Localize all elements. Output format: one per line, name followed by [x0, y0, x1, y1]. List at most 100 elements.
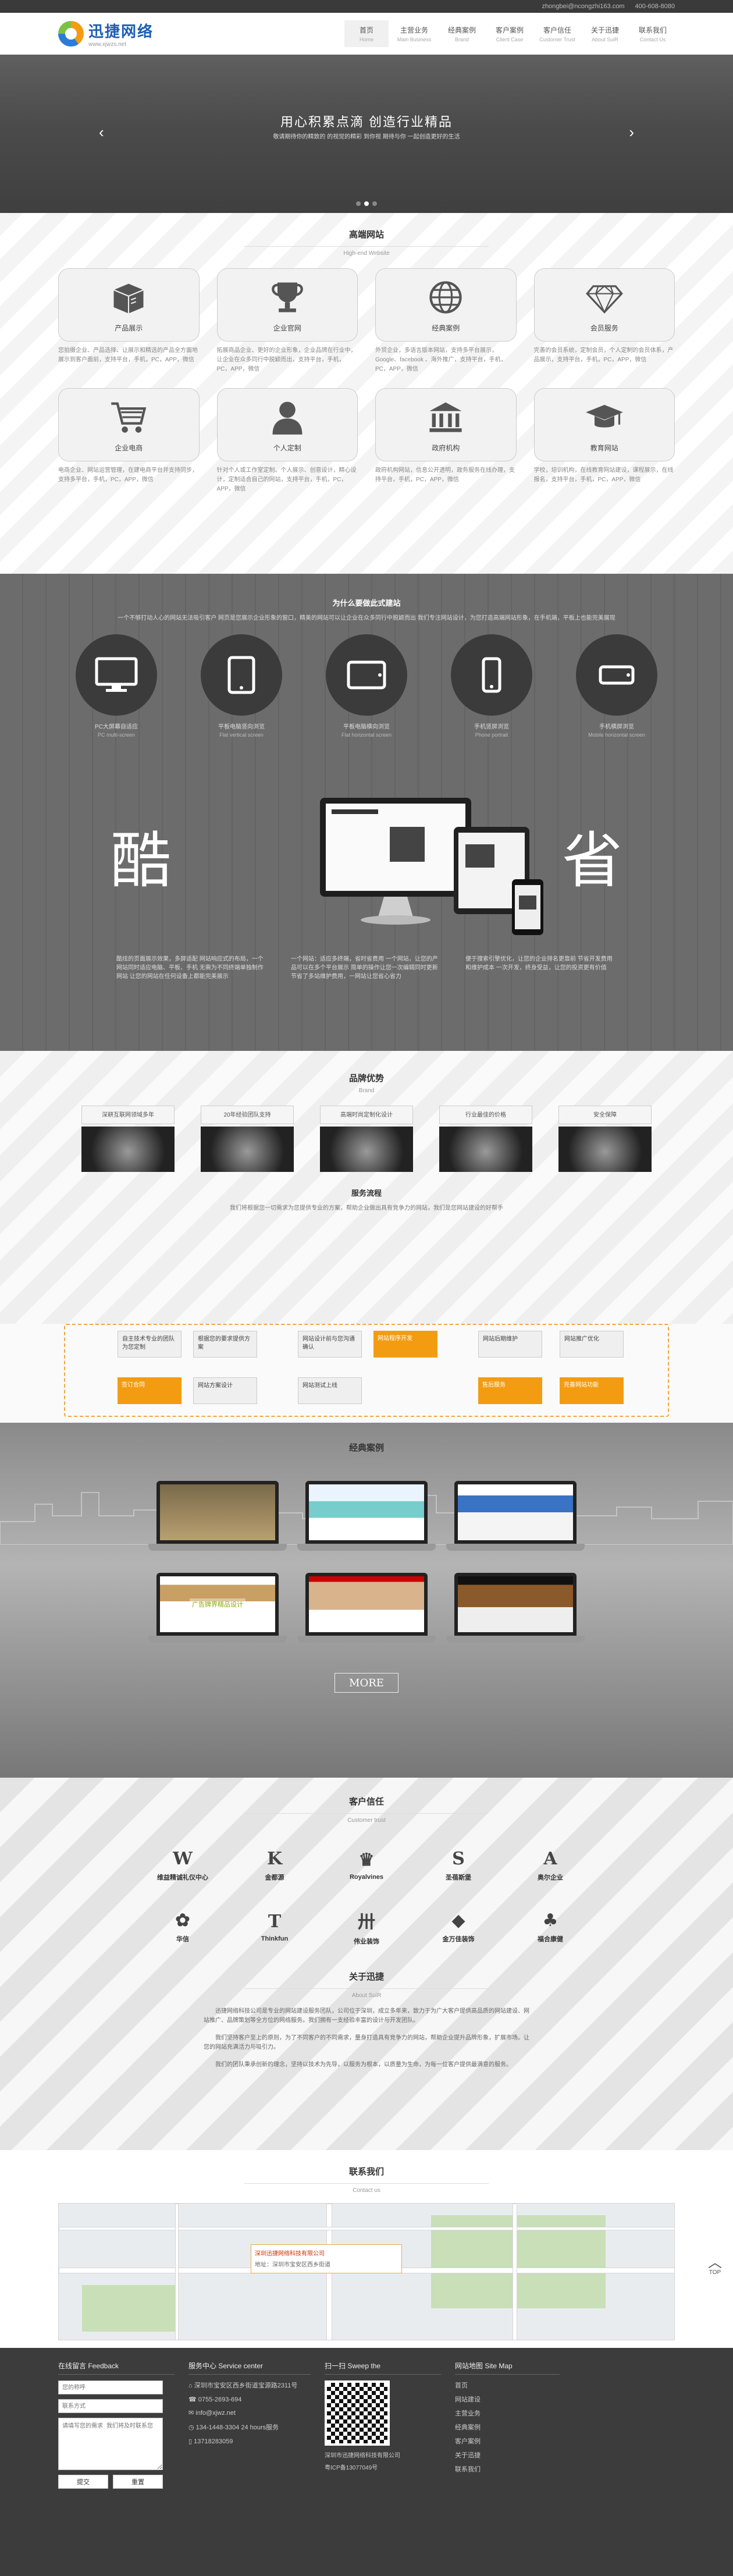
service-item[interactable]: 企业电商 电商企业、网站运营管理，在建电商平台并支持同步，支持多平台，手机，PC…: [58, 388, 200, 494]
service-item[interactable]: 教育网站 学校，培训机构，在线教育网站建设，课程展示，在线报名，支持平台，手机，…: [533, 388, 675, 494]
nav-item-business[interactable]: 主营业务 Main Business: [392, 20, 436, 47]
sitemap-link[interactable]: 首页: [455, 2380, 560, 2390]
topbar-email[interactable]: zhongbei@ncongzhi163.com: [542, 3, 624, 10]
service-card[interactable]: 经典案例: [375, 268, 517, 342]
sitemap-link[interactable]: 网站建设: [455, 2394, 560, 2404]
sitemap-link[interactable]: 关于迅捷: [455, 2450, 560, 2460]
process-flow: 自主技术专业的团队为您定制 根据您的要求提供方案 签订合同 网站方案设计 网站设…: [64, 1324, 669, 1417]
tablet-h-icon: [347, 660, 386, 690]
process-step: 签订合同: [118, 1377, 182, 1404]
location-map[interactable]: 深圳迅捷网络科技有限公司 地址：深圳市宝安区西乡街道: [58, 2203, 675, 2340]
banner-subtitle: 敬请期待你的精致的 的视觉的精彩 到你视 期待与你 一起创造更好的生活: [273, 134, 460, 140]
brand-item[interactable]: 高端时尚定制化设计: [320, 1106, 413, 1172]
nav-item-about[interactable]: 关于迅捷 About SuiR: [583, 20, 627, 47]
client-logo[interactable]: ♣ 福合康健: [513, 1900, 588, 1953]
case-item[interactable]: [446, 1481, 585, 1551]
case-item[interactable]: [446, 1573, 585, 1643]
client-logo[interactable]: K 金都源: [237, 1839, 312, 1891]
brand-item[interactable]: 安全保障: [558, 1106, 652, 1172]
service-card[interactable]: 会员服务: [533, 268, 675, 342]
client-logo-icon: ♣: [542, 1910, 558, 1931]
email-value[interactable]: info@xjwz.net: [195, 2410, 236, 2417]
case-item[interactable]: [148, 1481, 287, 1551]
nav-item-contact[interactable]: 联系我们 Contact Us: [631, 20, 675, 47]
message-textarea[interactable]: [58, 2418, 163, 2470]
client-logo-icon: T: [268, 1911, 282, 1932]
more-button[interactable]: MORE: [335, 1673, 398, 1693]
mobile-icon: ▯: [188, 2438, 194, 2445]
client-logo[interactable]: ♛ Royalvines: [329, 1839, 404, 1891]
service-card[interactable]: 产品展示: [58, 268, 200, 342]
service-desc: 针对个人或工作室定制、个人展示、创意设计，精心设计，定制适合自己的网站，支持平台…: [216, 467, 357, 492]
service-item[interactable]: 政府机构 政府机构网站，信息公开透明，政务服务在线办理，支持平台，手机，PC，A…: [375, 388, 517, 494]
service-desc: 学校，培训机构，在线教育网站建设，课程展示，在线报名，支持平台，手机，PC，AP…: [533, 467, 674, 483]
banner-dot[interactable]: [372, 201, 377, 206]
client-logo[interactable]: 卅伟业装饰: [329, 1900, 404, 1953]
client-logo-icon: 卅: [358, 1912, 375, 1932]
contact-input[interactable]: [58, 2399, 163, 2413]
banner-dots: [58, 201, 675, 206]
back-to-top-button[interactable]: ︿ TOP: [704, 2256, 726, 2283]
brand-advantage-row: 深耕互联网领域多年 20年经验团队支持 高端时尚定制化设计 行业最佳的价格 安全…: [58, 1106, 675, 1172]
case-item[interactable]: 广告牌界精品设计: [148, 1573, 287, 1643]
nav-item-home[interactable]: 首页 Home: [344, 20, 389, 47]
client-logo[interactable]: S 圣蓓斯堡: [421, 1839, 496, 1891]
case-grid: 广告牌界精品设计: [58, 1481, 675, 1643]
client-logo[interactable]: T Thinkfun: [237, 1900, 312, 1953]
client-logo[interactable]: A 奥尔企业: [513, 1839, 588, 1891]
nav-label-en: Home: [359, 37, 373, 42]
banner-dot[interactable]: [356, 201, 361, 206]
sitemap-link[interactable]: 客户案例: [455, 2436, 560, 2446]
service-item[interactable]: 会员服务 完善的会员系统，定制会员，个人定制的会员体系，产品展示，支持平台，手机…: [533, 268, 675, 374]
nav-item-trust[interactable]: 客户信任 Customer Trust: [535, 20, 579, 47]
address-text: ⌂ 深圳市宝安区西乡街道宝源路2311号: [188, 2380, 311, 2390]
client-logo[interactable]: W 维益精诚礼仪中心: [145, 1839, 220, 1891]
device-label-en: Flat horizontal screen: [341, 732, 392, 738]
process-intro: 我们将根据您一切需求为您提供专业的方案，帮助企业做出具有竞争力的网站，我们是您网…: [230, 1205, 503, 1211]
banner-dot-active[interactable]: [364, 201, 369, 206]
case-item[interactable]: [297, 1573, 436, 1643]
sitemap-link[interactable]: 主营业务: [455, 2408, 560, 2418]
device-label: 手机竖屏浏览: [474, 724, 509, 730]
brand-item[interactable]: 行业最佳的价格: [439, 1106, 532, 1172]
device-label: 平板电脑竖向浏览: [218, 724, 265, 730]
service-card[interactable]: 企业电商: [58, 388, 200, 461]
section-subtitle: Classic Case: [349, 1457, 384, 1463]
client-logo[interactable]: ✿ 华信: [145, 1900, 220, 1953]
service-card[interactable]: 教育网站: [533, 388, 675, 461]
case-item[interactable]: [297, 1481, 436, 1551]
section-subtitle: Contact us: [353, 2187, 380, 2194]
device-item: 手机竖屏浏览 Phone portrait: [442, 634, 541, 738]
nav-item-brand[interactable]: 经典案例 Brand: [440, 20, 484, 47]
site-logo[interactable]: 迅捷网络 www.xjwzs.net: [58, 20, 154, 48]
diamond-icon: [585, 285, 623, 314]
divider: [244, 2183, 489, 2184]
name-input[interactable]: [58, 2380, 163, 2394]
client-logo[interactable]: ◆ 金万佳装饰: [421, 1900, 496, 1953]
reset-button[interactable]: 重置: [113, 2475, 163, 2489]
service-card[interactable]: 企业官网: [216, 268, 358, 342]
brand-item[interactable]: 20年经验团队支持: [201, 1106, 294, 1172]
nav-item-client-case[interactable]: 客户案例 Client Case: [488, 20, 532, 47]
globe-icon: [429, 280, 462, 314]
service-column: 服务中心 Service center ⌂ 深圳市宝安区西乡街道宝源路2311号…: [188, 2361, 311, 2489]
feedback-column: 在线留言 Feedback 提交 重置: [58, 2361, 175, 2489]
service-item[interactable]: 个人定制 针对个人或工作室定制、个人展示、创意设计，精心设计，定制适合自己的网站…: [216, 388, 358, 494]
service-item[interactable]: 产品展示 您拍摄企业、产品选择、让展示和精选的产品全方面地展示到客户面前，支持平…: [58, 268, 200, 374]
client-name: 奥尔企业: [538, 1874, 563, 1881]
brand-item[interactable]: 深耕互联网领域多年: [81, 1106, 175, 1172]
service-item[interactable]: 企业官网 拓展商品企业、更好的企业形象，企业品牌在行业中，让企业在众多同行中脱颖…: [216, 268, 358, 374]
service-card[interactable]: 政府机构: [375, 388, 517, 461]
section-subtitle: High-end Website: [343, 250, 390, 257]
topbar-phone[interactable]: 400-608-8080: [635, 3, 675, 10]
service-item[interactable]: 经典案例 外贸企业，多语言版本网站，支持多平台展示，Google、faceboo…: [375, 268, 517, 374]
mobile-text: ▯ 13718283059: [188, 2438, 311, 2445]
submit-button[interactable]: 提交: [58, 2475, 108, 2489]
process-step: 网站方案设计: [193, 1377, 257, 1404]
contact-section: 联系我们 Contact us 深圳迅捷网络科技有限公司 地址：深圳市宝安区西乡街…: [0, 2150, 733, 2348]
section-intro: 一个不够打动人心的网站无法吸引客户 网页是您展示企业形象的窗口，精美的网站可以让…: [118, 615, 615, 621]
service-card[interactable]: 个人定制: [216, 388, 358, 461]
sitemap-link[interactable]: 联系我们: [455, 2464, 560, 2474]
brand-item-label: 20年经验团队支持: [201, 1106, 294, 1124]
sitemap-link[interactable]: 经典案例: [455, 2422, 560, 2432]
